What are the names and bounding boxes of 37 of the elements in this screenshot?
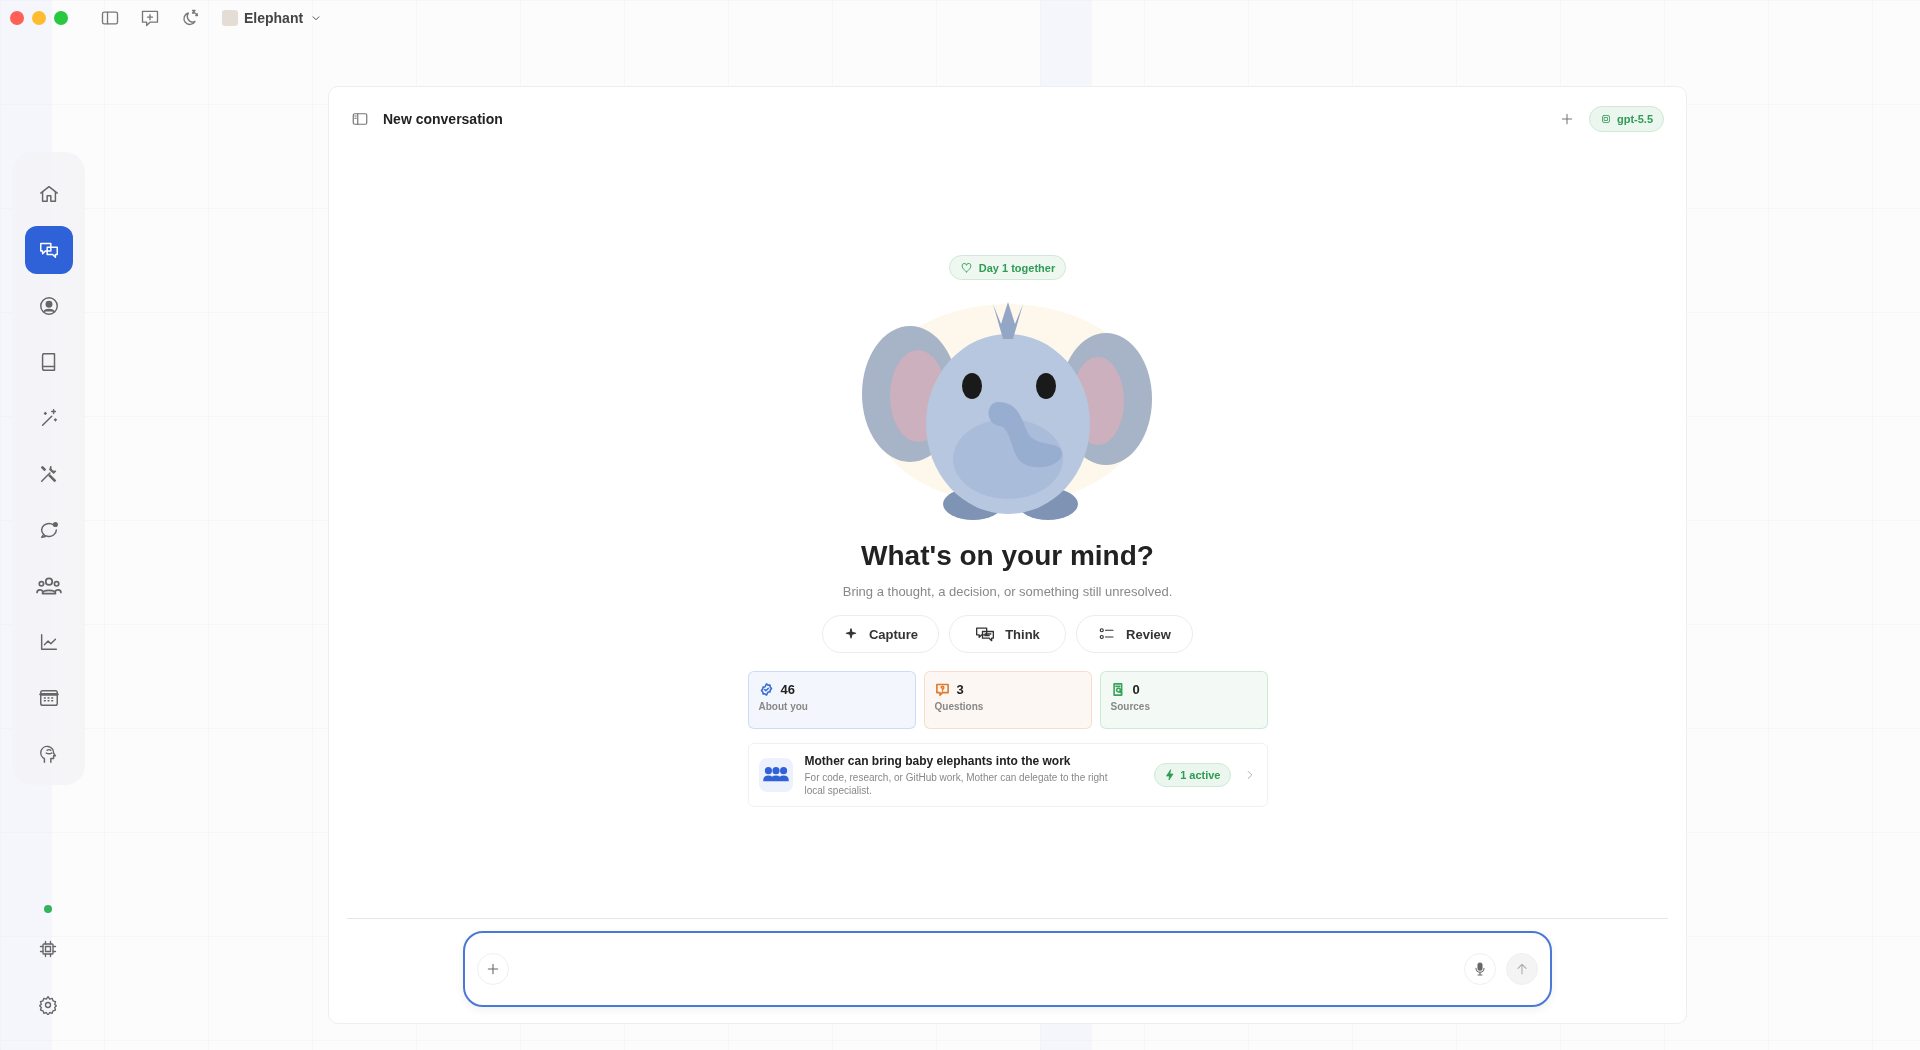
stat-card[interactable]: 3 Questions <box>923 671 1092 729</box>
stat-card[interactable]: 0 Sources <box>1099 671 1268 729</box>
stat-label: About you <box>758 701 809 712</box>
moon-icon <box>180 7 200 28</box>
mode-button[interactable]: Review <box>1076 615 1193 653</box>
microphone-icon <box>1472 961 1488 977</box>
plus-icon <box>485 961 501 977</box>
chip-icon <box>1599 113 1612 125</box>
app-switcher[interactable]: Elephant <box>222 9 324 26</box>
sleep-moon-icon[interactable] <box>180 7 200 28</box>
sidebar-toggle-button[interactable] <box>351 110 369 128</box>
processor-button[interactable] <box>38 939 58 959</box>
subtitle: Bring a thought, a decision, or something still unresolved. <box>842 584 1173 599</box>
stat-count: 0 <box>1132 682 1140 697</box>
sidebar-item[interactable] <box>24 226 73 274</box>
settings-icon <box>38 995 58 1015</box>
stat-count: 46 <box>780 682 795 697</box>
arrow-up-icon <box>1514 961 1530 977</box>
banner-title: Mother can bring baby elephants into the work <box>804 753 1072 768</box>
mode-button[interactable]: Capture <box>822 615 939 653</box>
stat-label: Questions <box>934 701 985 712</box>
close-window-button[interactable] <box>10 10 24 25</box>
delegation-banner[interactable]: Mother can bring baby elephants into the work For code, research, or GitHub work, Mother can delegate to the right local specialist. 1 active <box>747 743 1268 807</box>
banner-text: For code, research, or GitHub work, Mother can delegate to the right local specialist. <box>804 770 1109 797</box>
stat-count: 3 <box>956 682 964 697</box>
microphone-button[interactable] <box>1464 953 1496 985</box>
main-heading: What's on your mind? <box>861 540 1154 572</box>
settings-button[interactable] <box>38 995 58 1015</box>
mode-button[interactable]: Think <box>949 615 1066 653</box>
chip-icon <box>38 939 58 959</box>
sidebar-icon <box>351 110 369 128</box>
conversation-title: New conversation <box>383 111 504 127</box>
message-input[interactable] <box>463 931 1552 1007</box>
stat-label: Sources <box>1110 701 1151 712</box>
day-badge: Day 1 together <box>948 255 1067 280</box>
stat-card[interactable]: 46 About you <box>747 671 916 729</box>
heart-icon <box>959 261 973 274</box>
